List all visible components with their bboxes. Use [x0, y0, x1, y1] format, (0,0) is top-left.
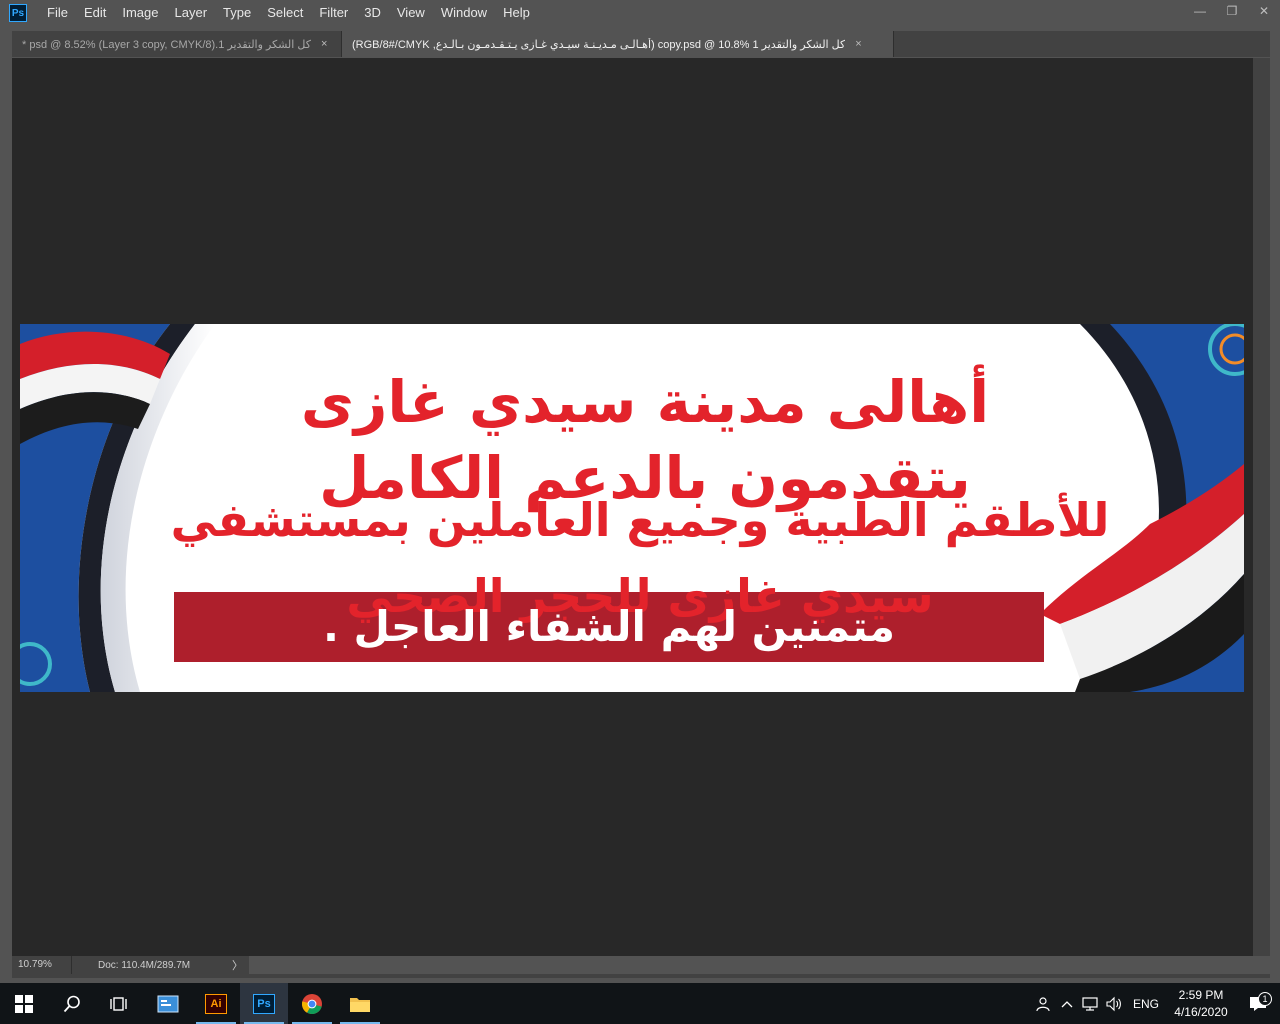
status-bar: 10.79% Doc: 110.4M/289.7M 〉 — [12, 956, 1270, 974]
menu-view[interactable]: View — [389, 0, 433, 26]
menu-file[interactable]: File — [39, 0, 76, 26]
taskbar-illustrator[interactable]: Ai — [192, 983, 240, 1024]
search-button[interactable] — [48, 983, 96, 1024]
system-tray: ENG 2:59 PM 4/16/2020 1 — [1032, 983, 1280, 1024]
menu-select[interactable]: Select — [259, 0, 311, 26]
banner-artwork[interactable]: أهالى مدينة سيدي غازى يتقدمون بالدعم الك… — [20, 324, 1244, 692]
window-controls: — ❐ ✕ — [1184, 0, 1280, 22]
illustrator-icon: Ai — [205, 993, 227, 1014]
menu-layer[interactable]: Layer — [167, 0, 216, 26]
tab-label: كل الشكر والتقدير 1.psd @ 8.52% (Layer 3… — [22, 38, 311, 51]
menu-3d[interactable]: 3D — [356, 0, 389, 26]
menu-help[interactable]: Help — [495, 0, 538, 26]
taskbar-chrome[interactable] — [288, 983, 336, 1024]
chrome-icon — [301, 993, 322, 1014]
photoshop-logo-icon[interactable]: Ps — [9, 4, 27, 22]
tab-document-1[interactable]: كل الشكر والتقدير 1.psd @ 8.52% (Layer 3… — [12, 31, 342, 57]
folder-icon — [350, 997, 370, 1012]
search-icon — [63, 995, 80, 1012]
panel-divider — [12, 974, 1270, 978]
people-icon[interactable] — [1032, 996, 1056, 1012]
menu-image[interactable]: Image — [114, 0, 166, 26]
volume-icon[interactable] — [1102, 996, 1126, 1012]
banner-text-line-3: متمنين لهم الشفاء العاجل . — [322, 602, 896, 651]
taskbar-photoshop[interactable]: Ps — [240, 983, 288, 1024]
tab-document-2[interactable]: كل الشكر والتقدير 1 copy.psd @ 10.8% (أه… — [342, 31, 894, 57]
horizontal-scrollbar[interactable] — [249, 956, 1270, 974]
menu-edit[interactable]: Edit — [76, 0, 114, 26]
windows-taskbar: Ai Ps ENG 2:59 PM 4/16/2020 1 — [0, 983, 1280, 1024]
close-button[interactable]: ✕ — [1248, 0, 1280, 22]
clock-time: 2:59 PM — [1178, 987, 1224, 1002]
action-center-button[interactable]: 1 — [1236, 991, 1280, 1012]
chevron-up-glyph — [1061, 1000, 1073, 1007]
menu-filter[interactable]: Filter — [311, 0, 356, 26]
chevron-up-icon[interactable] — [1056, 1000, 1078, 1008]
control-panel-icon — [157, 995, 179, 1012]
start-button[interactable] — [0, 983, 48, 1024]
canvas-workspace[interactable]: أهالى مدينة سيدي غازى يتقدمون بالدعم الك… — [12, 58, 1253, 956]
taskbar-control-panel[interactable] — [144, 983, 192, 1024]
taskbar-file-explorer[interactable] — [336, 983, 384, 1024]
vertical-scrollbar[interactable] — [1253, 58, 1270, 956]
photoshop-icon: Ps — [253, 993, 275, 1014]
menu-bar: Ps File Edit Image Layer Type Select Fil… — [0, 0, 1280, 26]
status-menu-arrow-icon[interactable]: 〉 — [224, 957, 243, 973]
input-language[interactable]: ENG — [1126, 997, 1166, 1011]
clock-date: 4/16/2020 — [1174, 1004, 1228, 1019]
task-view-icon — [110, 996, 127, 1011]
zoom-level-field[interactable]: 10.79% — [12, 956, 72, 974]
close-icon[interactable]: × — [321, 38, 327, 50]
document-tab-bar: كل الشكر والتقدير 1.psd @ 8.52% (Layer 3… — [12, 31, 1270, 57]
restore-button[interactable]: ❐ — [1216, 0, 1248, 22]
document-size-info: Doc: 110.4M/289.7M — [98, 959, 191, 971]
tab-label: كل الشكر والتقدير 1 copy.psd @ 10.8% (أه… — [352, 38, 846, 51]
notification-count-badge: 1 — [1258, 991, 1272, 1006]
network-icon[interactable] — [1078, 996, 1102, 1012]
task-view-button[interactable] — [96, 983, 144, 1024]
windows-logo-icon — [15, 994, 33, 1013]
close-icon[interactable]: × — [855, 38, 861, 50]
menu-type[interactable]: Type — [215, 0, 259, 26]
minimize-button[interactable]: — — [1184, 0, 1216, 22]
menu-window[interactable]: Window — [433, 0, 495, 26]
people-glyph — [1036, 996, 1050, 1011]
volume-glyph — [1106, 996, 1121, 1011]
network-glyph — [1082, 996, 1098, 1011]
taskbar-clock[interactable]: 2:59 PM 4/16/2020 — [1166, 987, 1236, 1021]
